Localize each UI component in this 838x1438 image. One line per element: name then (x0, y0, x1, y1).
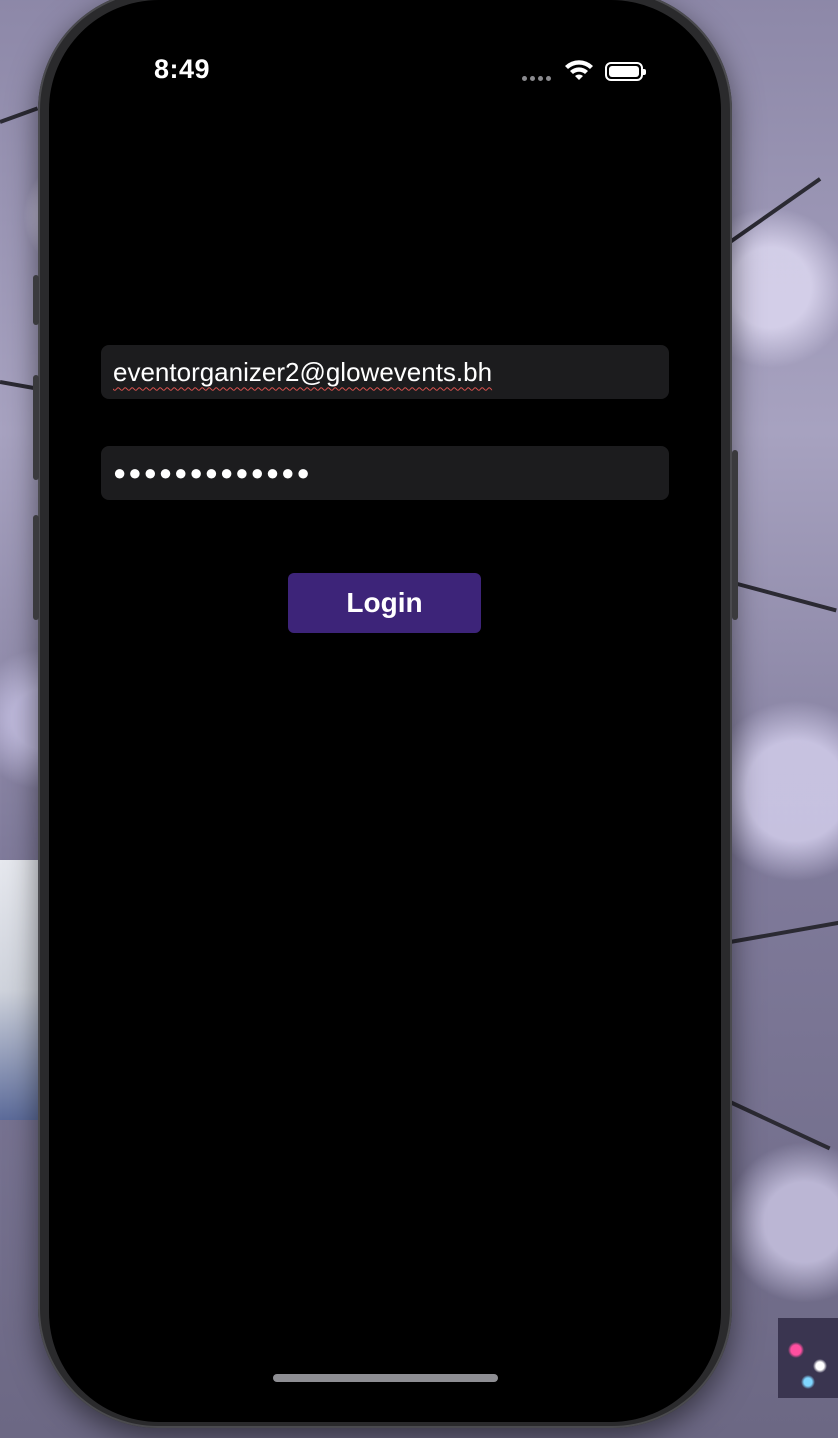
status-time: 8:49 (154, 54, 211, 84)
side-button-volume-down (33, 515, 39, 620)
side-button-silent (33, 275, 39, 325)
home-indicator[interactable] (273, 1374, 498, 1382)
background-branch (0, 106, 39, 124)
background-branch (729, 920, 838, 944)
status-bar: 8:49 (49, 0, 721, 110)
login-button[interactable]: Login (288, 573, 481, 633)
email-value: eventorganizer2@glowevents.bh (113, 356, 493, 387)
background-branch (729, 1100, 831, 1151)
password-field[interactable]: ●●●●●●●●●●●●● (101, 446, 669, 500)
password-masked-value: ●●●●●●●●●●●●● (113, 460, 312, 485)
side-button-power (732, 450, 738, 620)
background-branch (729, 580, 837, 613)
email-field[interactable]: eventorganizer2@glowevents.bh (101, 345, 669, 399)
side-button-volume-up (33, 375, 39, 480)
cellular-dots-icon (522, 76, 551, 81)
app-screen: 8:49 eventorganizer2@glowevents.bh ●●●●●… (49, 0, 721, 1422)
background-city-lights (778, 1318, 838, 1398)
wifi-icon (565, 60, 593, 80)
background-building (0, 860, 40, 1120)
battery-full-icon (605, 62, 646, 81)
background-branch (728, 177, 822, 244)
